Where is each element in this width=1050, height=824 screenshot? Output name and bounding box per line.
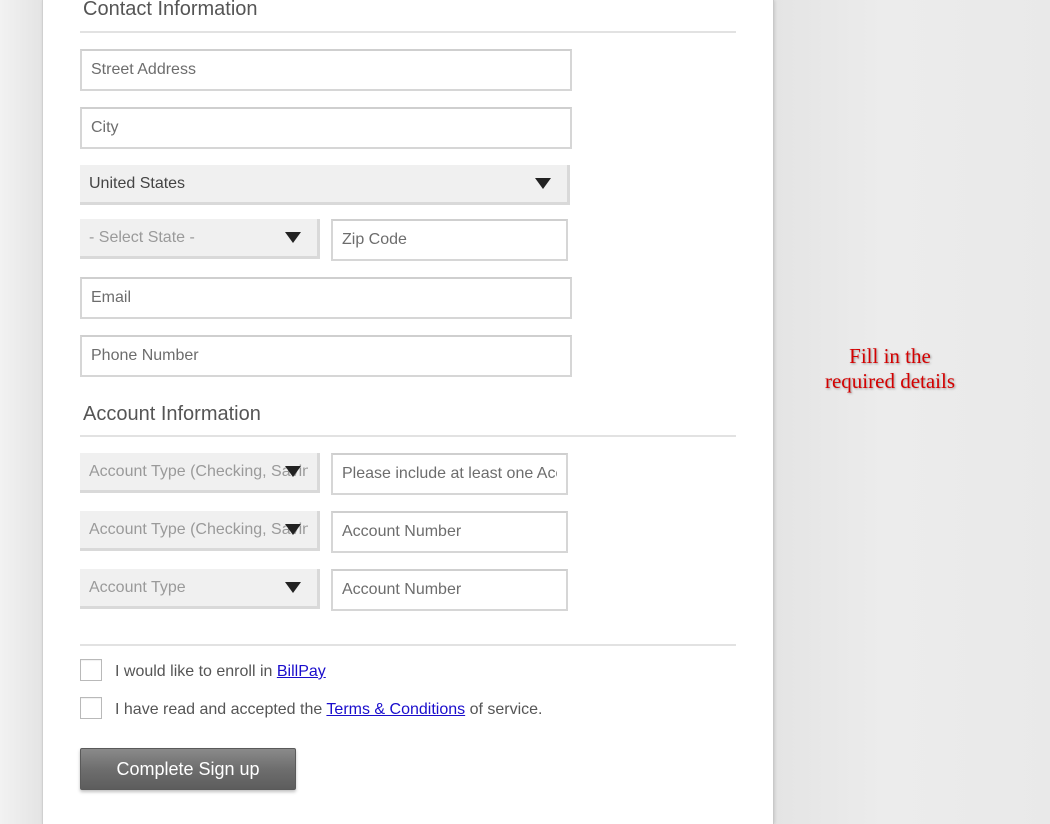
account-type-select-1[interactable]: Account Type (Checking, Savings) bbox=[80, 453, 320, 493]
phone-number-input[interactable] bbox=[80, 335, 572, 377]
chevron-down-icon bbox=[285, 523, 301, 535]
email-input[interactable] bbox=[80, 277, 572, 319]
street-address-input[interactable] bbox=[80, 49, 572, 91]
page-background-left bbox=[0, 0, 42, 824]
account-number-input-1[interactable] bbox=[331, 453, 568, 495]
state-select-value: - Select State - bbox=[89, 228, 195, 246]
terms-conditions-link[interactable]: Terms & Conditions bbox=[326, 701, 465, 718]
account-type-select-value: Account Type (Checking, Savings) bbox=[89, 462, 308, 480]
agreements-divider bbox=[80, 644, 736, 646]
signup-form-panel: Contact Information United States - Sele… bbox=[42, 0, 774, 824]
account-divider bbox=[80, 435, 736, 437]
complete-signup-button[interactable]: Complete Sign up bbox=[80, 748, 296, 790]
account-type-select-value: Account Type bbox=[89, 578, 186, 596]
zip-code-input[interactable] bbox=[331, 219, 568, 261]
account-section-title: Account Information bbox=[83, 403, 261, 425]
chevron-down-icon bbox=[535, 177, 551, 189]
account-type-select-value: Account Type (Checking, Savings) bbox=[89, 520, 308, 538]
page-background-right bbox=[774, 0, 1050, 824]
hint-line-2: required details bbox=[824, 369, 956, 393]
billpay-label-text: I would like to enroll in bbox=[115, 663, 277, 680]
account-number-input-2[interactable] bbox=[331, 511, 568, 553]
country-select-value: United States bbox=[89, 174, 186, 192]
city-input[interactable] bbox=[80, 107, 572, 149]
chevron-down-icon bbox=[285, 581, 301, 593]
billpay-label: I would like to enroll in BillPay bbox=[115, 663, 326, 681]
account-number-input-3[interactable] bbox=[331, 569, 568, 611]
account-type-select-3[interactable]: Account Type bbox=[80, 569, 320, 609]
country-select[interactable]: United States bbox=[80, 165, 570, 205]
terms-label: I have read and accepted the Terms & Con… bbox=[115, 701, 543, 719]
contact-section-title: Contact Information bbox=[83, 0, 258, 20]
state-select[interactable]: - Select State - bbox=[80, 219, 320, 259]
hint-line-1: Fill in the bbox=[849, 344, 931, 368]
contact-divider bbox=[80, 31, 736, 33]
terms-label-suffix: of service. bbox=[465, 701, 543, 718]
terms-checkbox[interactable] bbox=[80, 697, 102, 719]
chevron-down-icon bbox=[285, 465, 301, 477]
billpay-checkbox[interactable] bbox=[80, 659, 102, 681]
billpay-link[interactable]: BillPay bbox=[277, 663, 326, 680]
terms-label-prefix: I have read and accepted the bbox=[115, 701, 327, 718]
account-type-select-2[interactable]: Account Type (Checking, Savings) bbox=[80, 511, 320, 551]
hint-annotation: Fill in the required details bbox=[800, 344, 980, 394]
chevron-down-icon bbox=[285, 231, 301, 243]
